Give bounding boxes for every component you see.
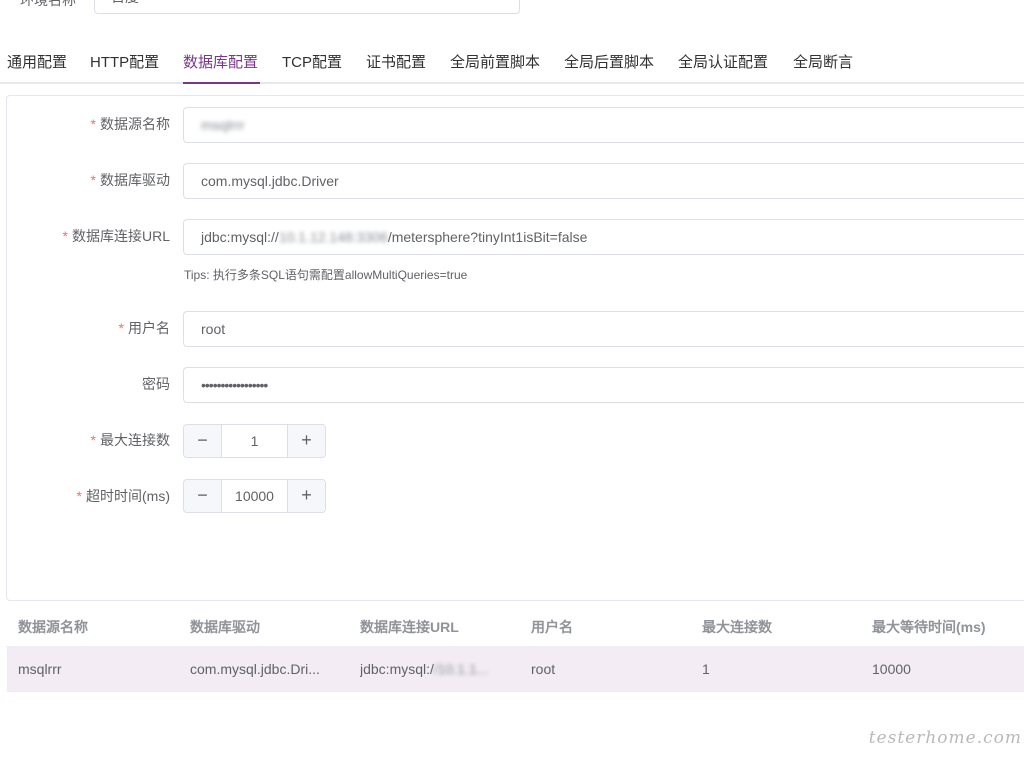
- required-mark: *: [118, 320, 124, 336]
- required-mark: *: [76, 488, 82, 504]
- required-mark: *: [90, 116, 96, 132]
- cell-datasource-name: msqlrrr: [18, 661, 62, 677]
- driver-label: * 数据库驱动: [90, 172, 170, 188]
- username-label: * 用户名: [118, 320, 170, 336]
- max-connections-increase-button[interactable]: +: [287, 425, 325, 457]
- url-prefix: jdbc:mysql://: [201, 229, 279, 245]
- tab-http[interactable]: HTTP配置: [90, 44, 159, 82]
- url-label: * 数据库连接URL: [62, 228, 170, 244]
- cell-username: root: [531, 661, 556, 677]
- column-header-max-wait: 最大等待时间(ms): [872, 619, 986, 635]
- env-name-input[interactable]: 百度: [94, 0, 520, 14]
- driver-input[interactable]: com.mysql.jdbc.Driver: [183, 163, 1024, 199]
- timeout-label: * 超时时间(ms): [76, 488, 170, 504]
- timeout-stepper: − 10000 +: [183, 479, 326, 513]
- max-connections-stepper: − 1 +: [183, 424, 326, 458]
- watermark: testerhome.com: [868, 728, 1022, 748]
- username-input[interactable]: root: [183, 311, 1024, 347]
- cell-url-prefix: jdbc:mysql:/: [360, 661, 434, 677]
- tab-general[interactable]: 通用配置: [7, 44, 67, 82]
- tab-global-auth[interactable]: 全局认证配置: [678, 44, 768, 82]
- url-suffix: /metersphere?tinyInt1isBit=false: [387, 229, 588, 245]
- tab-certificate[interactable]: 证书配置: [366, 44, 426, 82]
- datasource-name-label: * 数据源名称: [90, 116, 170, 132]
- tab-global-post-script[interactable]: 全局后置脚本: [564, 44, 654, 82]
- password-label: 密码: [142, 376, 170, 392]
- tab-global-pre-script[interactable]: 全局前置脚本: [450, 44, 540, 82]
- max-connections-decrease-button[interactable]: −: [184, 425, 222, 457]
- timeout-decrease-button[interactable]: −: [184, 480, 222, 512]
- cell-url: jdbc:mysql://10.1.1...: [360, 647, 510, 692]
- column-header-url: 数据库连接URL: [360, 619, 459, 635]
- timeout-input[interactable]: 10000: [222, 480, 287, 512]
- config-tabs: 通用配置 HTTP配置 数据库配置 TCP配置 证书配置 全局前置脚本 全局后置…: [0, 44, 1024, 84]
- datasource-name-value: msqlrrr: [201, 117, 245, 133]
- cell-driver: com.mysql.jdbc.Dri...: [190, 661, 320, 677]
- required-mark: *: [90, 172, 96, 188]
- column-header-driver: 数据库驱动: [190, 619, 260, 635]
- max-connections-label: * 最大连接数: [90, 432, 170, 448]
- tab-database[interactable]: 数据库配置: [183, 44, 258, 82]
- url-tips: Tips: 执行多条SQL语句需配置allowMultiQueries=true: [184, 268, 468, 282]
- column-header-datasource-name: 数据源名称: [18, 619, 88, 635]
- password-input[interactable]: •••••••••••••••••: [183, 367, 1024, 403]
- column-header-max-connections: 最大连接数: [702, 619, 772, 635]
- timeout-increase-button[interactable]: +: [287, 480, 325, 512]
- required-mark: *: [90, 432, 96, 448]
- active-tab-indicator: [183, 82, 260, 84]
- required-mark: *: [62, 228, 68, 244]
- url-input[interactable]: jdbc:mysql://10.1.12.148:3306/meterspher…: [183, 219, 1024, 255]
- column-header-username: 用户名: [531, 619, 573, 635]
- url-masked-host: 10.1.12.148:3306: [278, 229, 388, 245]
- tab-tcp[interactable]: TCP配置: [282, 44, 342, 82]
- cell-max-wait: 10000: [872, 661, 911, 677]
- env-name-label: 环境名称: [20, 0, 76, 8]
- cell-url-masked: /10.1.1...: [433, 661, 489, 677]
- max-connections-input[interactable]: 1: [222, 425, 287, 457]
- tab-global-assertion[interactable]: 全局断言: [793, 44, 853, 82]
- cell-max-connections: 1: [702, 661, 710, 677]
- datasource-name-input[interactable]: msqlrrr: [183, 107, 1024, 143]
